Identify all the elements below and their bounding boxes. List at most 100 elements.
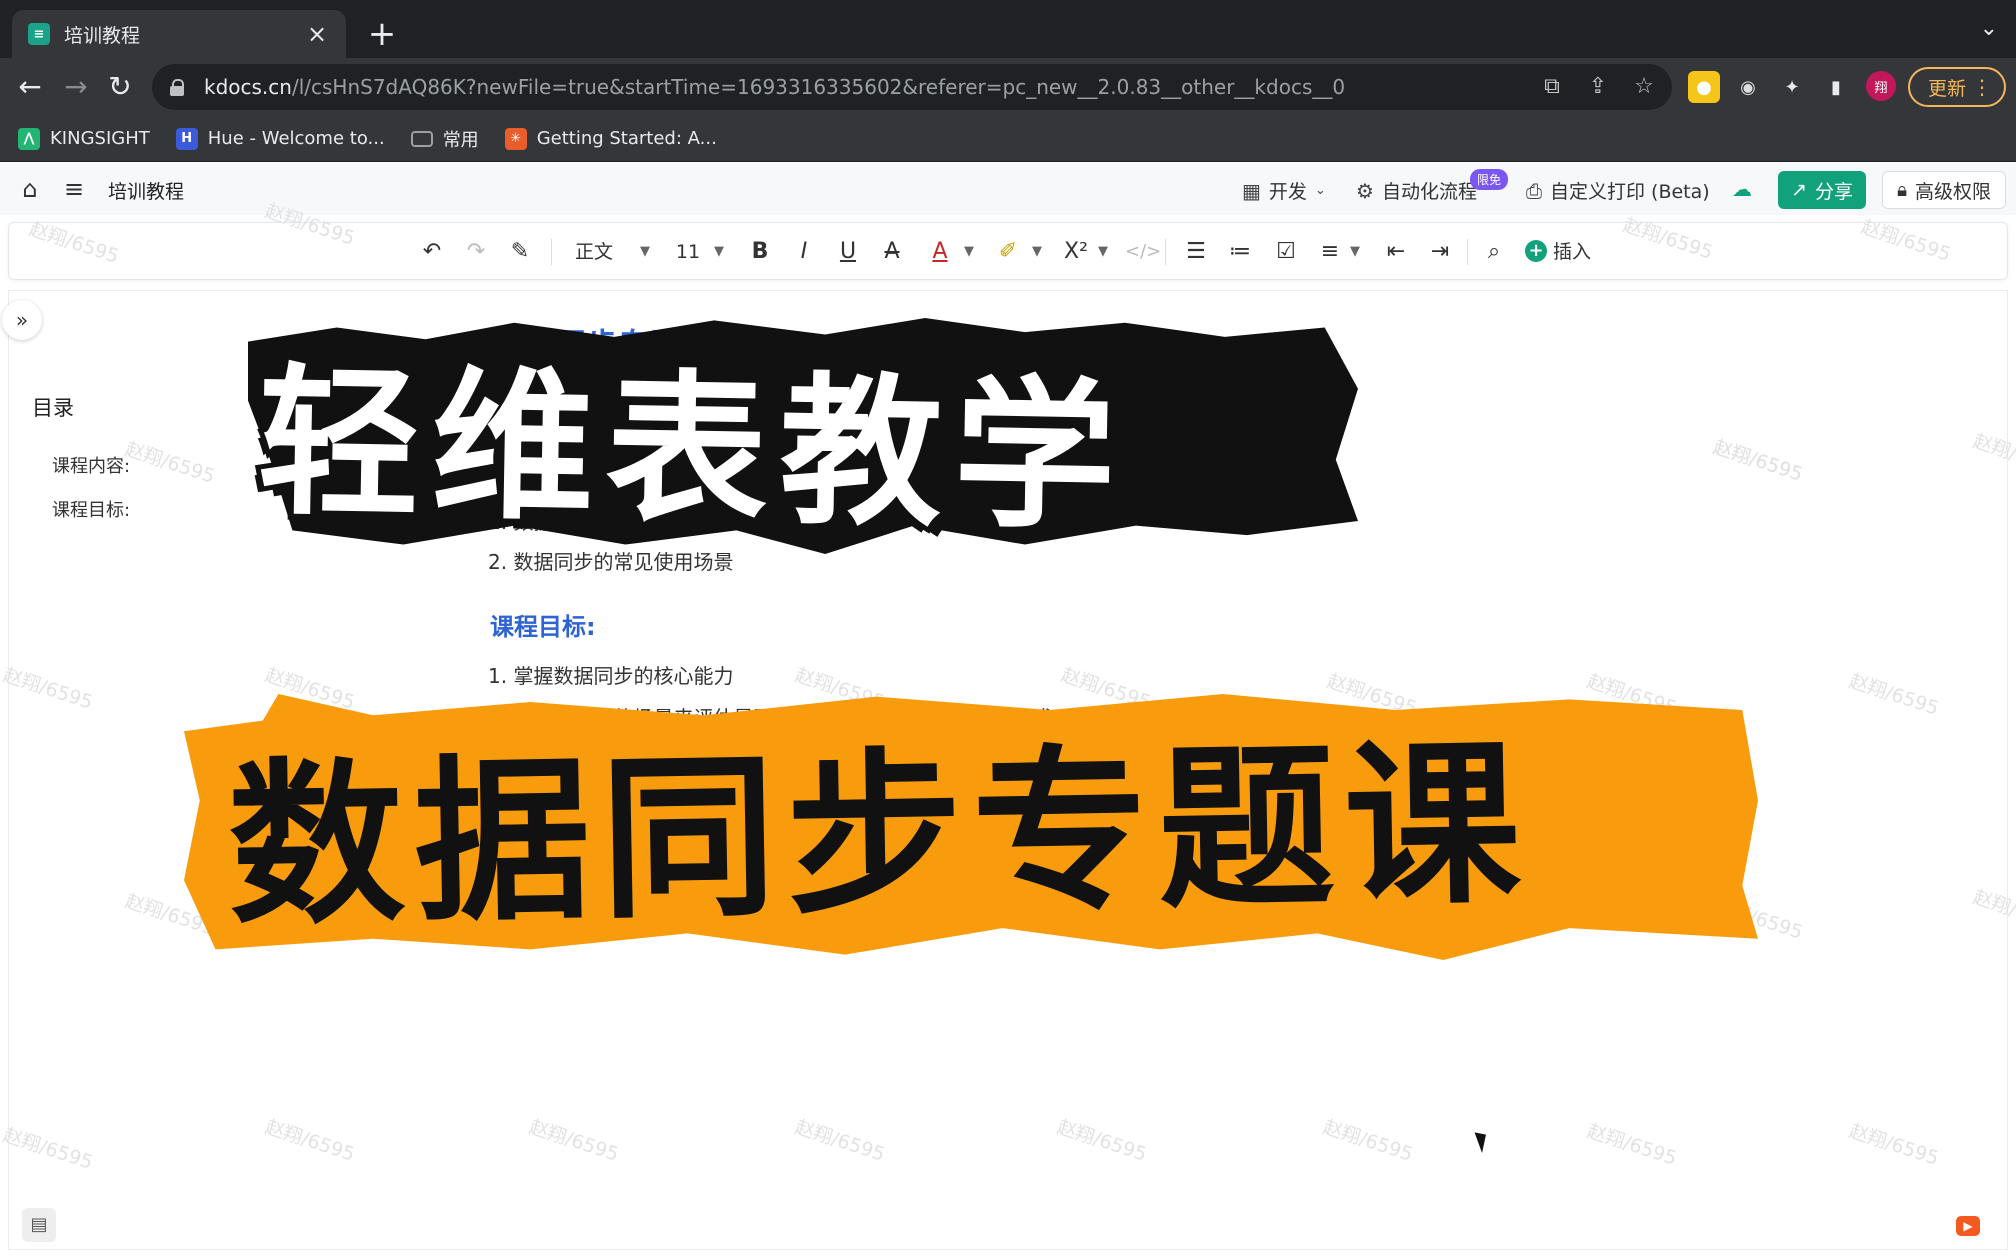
browser-toolbar: ← → ↻ kdocs.cn/l/csHnS7dAQ86K?newFile=tr… bbox=[0, 58, 2016, 116]
robot-icon: ⚙ bbox=[1356, 178, 1374, 203]
bookmark-label: Hue - Welcome to... bbox=[207, 128, 385, 149]
insert-label: 插入 bbox=[1553, 241, 1592, 263]
paragraph-style-select[interactable]: 正文 bbox=[569, 237, 619, 267]
format-painter-icon[interactable]: ✎ bbox=[505, 237, 535, 267]
reload-icon[interactable]: ↻ bbox=[102, 69, 138, 105]
update-button[interactable]: 更新 ⋮ bbox=[1908, 67, 2006, 107]
align-icon[interactable]: ≡ bbox=[1315, 237, 1345, 267]
font-size-select[interactable]: 11 bbox=[673, 237, 703, 267]
calendar-icon: ▦ bbox=[1242, 178, 1261, 203]
highlight-icon[interactable]: ✐ bbox=[993, 237, 1023, 267]
dev-label: 开发 bbox=[1268, 181, 1307, 203]
hue-icon: H bbox=[175, 127, 198, 150]
back-icon[interactable]: ← bbox=[12, 69, 48, 105]
insert-button[interactable]: + 插入 bbox=[1525, 237, 1591, 264]
free-badge: 限免 bbox=[1470, 169, 1509, 190]
toolbar-divider bbox=[551, 239, 552, 265]
share-label: 分享 bbox=[1814, 180, 1853, 203]
numbered-list-icon[interactable]: ≔ bbox=[1225, 237, 1255, 267]
search-icon[interactable]: ⌕ bbox=[1479, 237, 1509, 267]
toolbar-divider bbox=[1165, 239, 1166, 265]
new-tab-button[interactable]: + bbox=[362, 14, 402, 54]
browser-tab[interactable]: ≡ 培训教程 × bbox=[12, 10, 346, 58]
automation-menu[interactable]: ⚙ 自动化流程 bbox=[1356, 177, 1477, 204]
font-color-icon[interactable]: A bbox=[925, 237, 955, 267]
kingsight-icon: ⋀ bbox=[18, 127, 40, 150]
custom-print-menu[interactable]: ⎙ 自定义打印 (Beta) bbox=[1526, 177, 1710, 204]
update-label: 更新 bbox=[1928, 77, 1967, 100]
folder-icon bbox=[410, 130, 433, 147]
list-item[interactable]: 1. 掌握数据同步的核心能力 bbox=[488, 660, 733, 689]
browser-tab-strip: ≡ 培训教程 × + ⌄ bbox=[0, 0, 2016, 58]
underline-icon[interactable]: U bbox=[833, 237, 863, 267]
open-in-app-icon[interactable]: ⧉ bbox=[1538, 73, 1566, 101]
plus-icon: + bbox=[1525, 239, 1547, 262]
redo-icon[interactable]: ↷ bbox=[461, 237, 491, 267]
chevron-down-icon[interactable]: ▼ bbox=[1095, 237, 1111, 267]
overlay-title-line-2: 数据同步专题课 bbox=[220, 715, 1539, 957]
share-page-icon[interactable]: ⇪ bbox=[1584, 73, 1612, 101]
avatar[interactable]: 翔 bbox=[1866, 71, 1896, 101]
url-path: /l/csHnS7dAQ86K?newFile=true&startTime=1… bbox=[291, 75, 1346, 99]
chevron-down-icon[interactable]: ▼ bbox=[1347, 237, 1363, 267]
bookmark-label: 常用 bbox=[442, 129, 479, 151]
italic-icon[interactable]: I bbox=[789, 237, 819, 267]
strikethrough-icon[interactable]: A bbox=[877, 237, 907, 267]
code-icon[interactable]: </> bbox=[1125, 237, 1161, 267]
print-label: 自定义打印 (Beta) bbox=[1550, 181, 1710, 203]
chevron-down-icon[interactable]: ▼ bbox=[1029, 237, 1045, 267]
extension-yellow-icon[interactable]: ● bbox=[1688, 71, 1720, 103]
url-host: kdocs.cn bbox=[204, 75, 292, 99]
advanced-permission-button[interactable]: 🔒︎ 高级权限 bbox=[1882, 171, 2006, 209]
share-button[interactable]: ↗ 分享 bbox=[1778, 171, 1866, 209]
puzzle-icon[interactable]: ✦ bbox=[1776, 71, 1808, 103]
side-panel-icon[interactable]: ▮ bbox=[1820, 71, 1852, 103]
toc-item[interactable]: 课程目标: bbox=[52, 496, 130, 522]
toolbar-divider bbox=[1467, 239, 1468, 265]
more-vert-icon: ⋮ bbox=[1972, 75, 1992, 99]
bookmark-star-icon[interactable]: ☆ bbox=[1630, 73, 1658, 101]
indent-icon[interactable]: ⇥ bbox=[1425, 237, 1455, 267]
chevron-down-icon: ⌄ bbox=[1314, 183, 1326, 198]
lock-icon bbox=[170, 79, 184, 96]
bookmark-item[interactable]: H Hue - Welcome to... bbox=[175, 127, 385, 150]
checkbox-icon[interactable]: ☑ bbox=[1271, 237, 1301, 267]
extension-mask-icon[interactable]: ◉ bbox=[1732, 71, 1764, 103]
address-bar[interactable]: kdocs.cn/l/csHnS7dAQ86K?newFile=true&sta… bbox=[152, 64, 1672, 110]
bullet-list-icon[interactable]: ☰ bbox=[1181, 237, 1211, 267]
video-icon[interactable]: ▶ bbox=[1956, 1216, 1980, 1236]
dev-menu[interactable]: ▦ 开发 ⌄ bbox=[1242, 177, 1326, 204]
bookmark-item[interactable]: 常用 bbox=[410, 126, 479, 152]
chevron-down-icon[interactable]: ▼ bbox=[961, 237, 977, 267]
bookmark-item[interactable]: ✳ Getting Started: A... bbox=[504, 127, 717, 150]
toc-item[interactable]: 课程内容: bbox=[52, 452, 130, 478]
bookmark-item[interactable]: ⋀ KINGSIGHT bbox=[18, 127, 150, 150]
bookmark-label: Getting Started: A... bbox=[536, 128, 717, 149]
tab-title: 培训教程 bbox=[64, 24, 141, 47]
overlay-title-line-1: 轻维表教学 bbox=[251, 344, 1134, 557]
undo-icon[interactable]: ↶ bbox=[417, 237, 447, 267]
home-icon[interactable]: ⌂ bbox=[16, 175, 44, 203]
cloud-sync-icon: ☁ bbox=[1732, 177, 1752, 201]
bookmarks-bar: ⋀ KINGSIGHT H Hue - Welcome to... 常用 ✳ G… bbox=[0, 116, 2016, 162]
goals-heading[interactable]: 课程目标: bbox=[490, 607, 596, 642]
lock-icon: 🔒︎ bbox=[1896, 179, 1908, 201]
permission-label: 高级权限 bbox=[1915, 180, 1992, 203]
forward-icon[interactable]: → bbox=[58, 69, 94, 105]
share-icon: ↗ bbox=[1791, 179, 1807, 201]
superscript-icon[interactable]: X² bbox=[1059, 237, 1093, 267]
document-title[interactable]: 培训教程 bbox=[108, 177, 184, 204]
automation-label: 自动化流程 bbox=[1381, 181, 1477, 203]
printer-icon: ⎙ bbox=[1526, 178, 1542, 203]
chevron-down-icon[interactable]: ▼ bbox=[637, 237, 653, 267]
expand-sidebar-icon[interactable]: » bbox=[2, 300, 42, 340]
outdent-icon[interactable]: ⇤ bbox=[1381, 237, 1411, 267]
bold-icon[interactable]: B bbox=[745, 237, 775, 267]
toc-title: 目录 bbox=[32, 396, 74, 420]
chevron-down-icon[interactable]: ⌄ bbox=[1980, 16, 1998, 41]
close-icon[interactable]: × bbox=[304, 20, 330, 48]
document-outline-icon[interactable]: ▤ bbox=[22, 1208, 56, 1242]
bookmark-label: KINGSIGHT bbox=[50, 128, 150, 149]
chevron-down-icon[interactable]: ▼ bbox=[711, 237, 727, 267]
menu-icon[interactable]: ≡ bbox=[60, 175, 88, 203]
